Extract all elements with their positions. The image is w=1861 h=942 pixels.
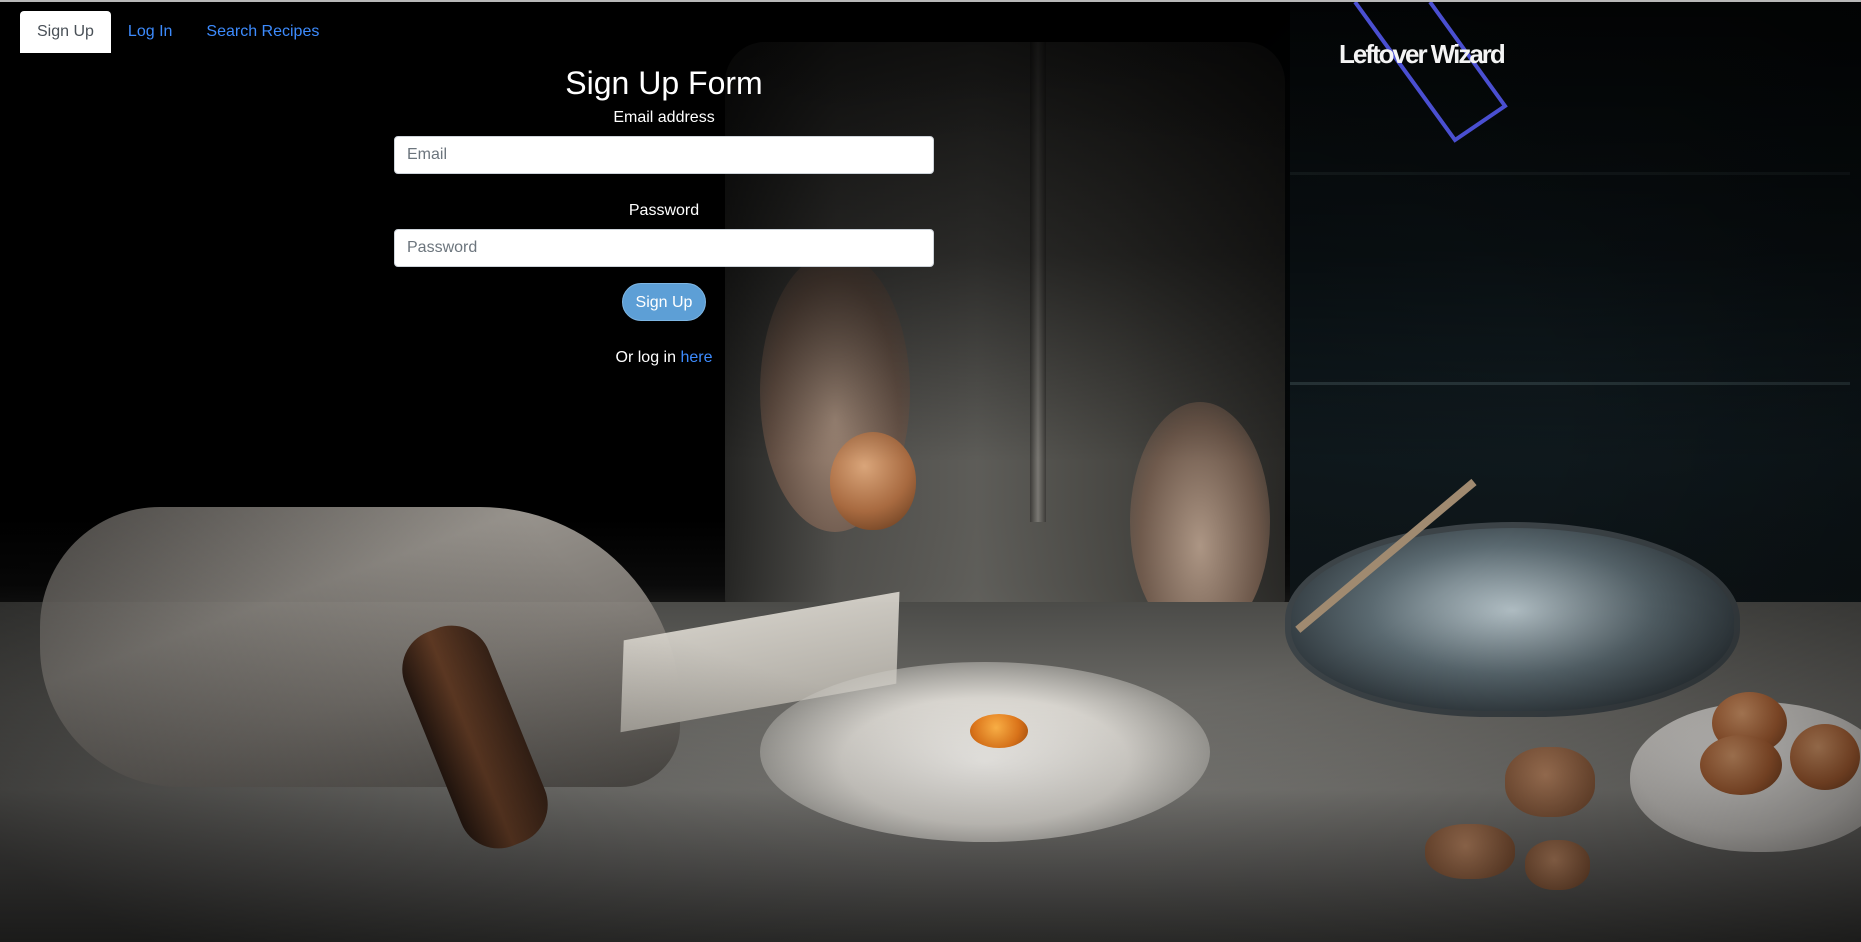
eggshell	[1525, 840, 1590, 890]
logo-text: Leftover Wizard	[1339, 39, 1506, 69]
nav-tab-log-in[interactable]: Log In	[111, 11, 189, 53]
top-nav: Sign Up Log In Search Recipes	[20, 11, 336, 53]
password-input[interactable]	[394, 229, 934, 267]
logo: Leftover Wizard	[1335, 2, 1525, 152]
kitchen-towel	[40, 507, 680, 787]
email-input[interactable]	[394, 136, 934, 174]
eggshell	[1505, 747, 1595, 817]
sign-up-button[interactable]: Sign Up	[621, 283, 707, 321]
flour-pile	[760, 662, 1210, 842]
egg-yolk	[970, 714, 1028, 748]
password-label: Password	[628, 202, 700, 219]
email-label: Email address	[613, 109, 715, 126]
flour-bowl	[1285, 522, 1740, 717]
form-title: Sign Up Form	[565, 65, 763, 101]
nav-tab-search-recipes[interactable]: Search Recipes	[189, 11, 336, 53]
sign-up-form: Sign Up Form Email address Password Sign…	[394, 60, 934, 367]
logo-wand-icon	[1353, 2, 1508, 143]
egg	[1700, 735, 1782, 795]
page: Sign Up Log In Search Recipes Leftover W…	[0, 0, 1861, 942]
login-prompt: Or log in here	[394, 349, 934, 367]
login-here-link[interactable]: here	[680, 349, 712, 366]
eggshell	[1425, 824, 1515, 879]
login-prompt-text: Or log in	[615, 349, 676, 366]
nav-tab-sign-up[interactable]: Sign Up	[20, 11, 111, 53]
egg	[1790, 724, 1860, 790]
